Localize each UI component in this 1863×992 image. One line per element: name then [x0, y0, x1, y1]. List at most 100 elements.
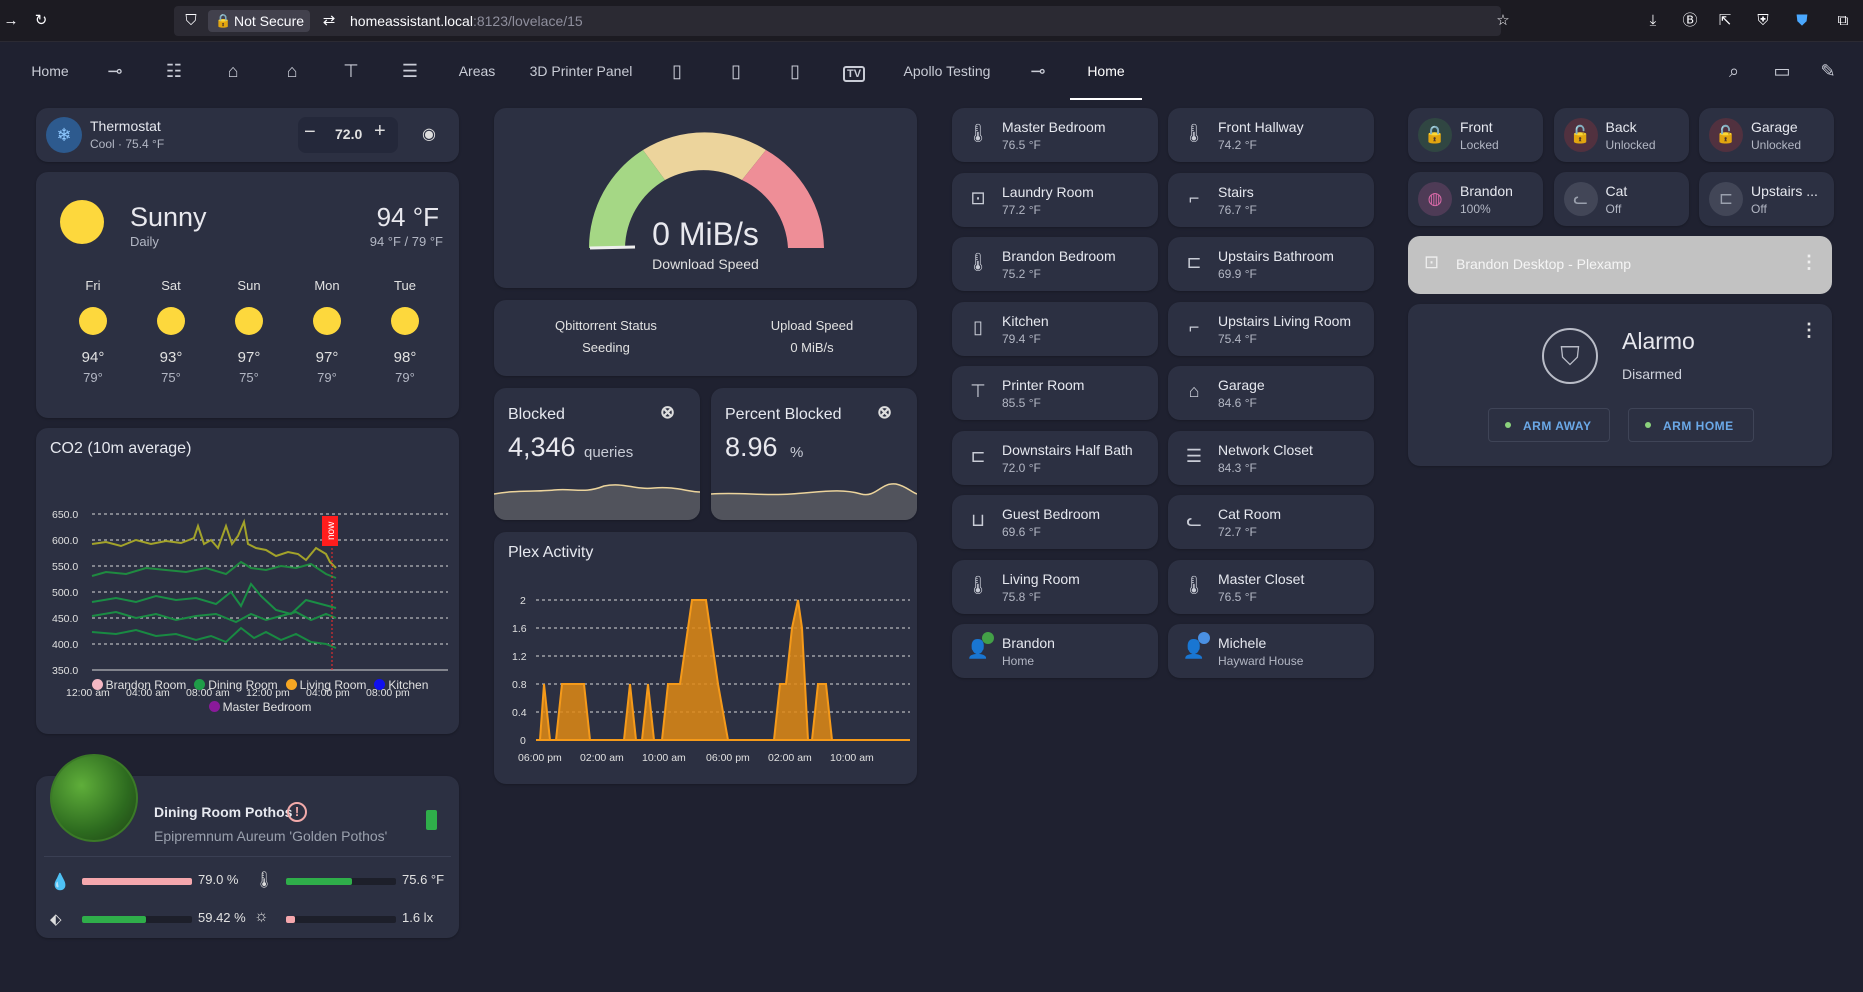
room-tile[interactable]: 👤 Brandon Home — [952, 624, 1158, 678]
room-tile[interactable]: ⊔ Guest Bedroom 69.6 °F — [952, 495, 1158, 549]
reload-icon[interactable]: ↻ — [30, 6, 52, 36]
share-icon[interactable]: ⇱ — [1714, 6, 1736, 36]
tab-cctv-2-icon[interactable]: ⊸ — [1018, 42, 1058, 100]
lock-state: Unlocked — [1605, 138, 1656, 152]
co2-series-dining-room — [91, 560, 337, 579]
forecast-day: Mon 97° 79° — [288, 276, 366, 406]
search-icon[interactable]: ⌕ — [1714, 42, 1754, 100]
tab-tv-icon[interactable]: TV — [834, 42, 874, 100]
plex-y-tick: 1.2 — [512, 651, 527, 663]
increase-temp-button[interactable]: + — [374, 120, 386, 143]
percent-blocked-card[interactable]: Percent Blocked ⊗ 8.96 % — [711, 388, 917, 520]
tab-notebook-icon[interactable]: ☷ — [154, 42, 194, 100]
plant-alert-icon[interactable]: ! — [287, 802, 307, 822]
room-tile[interactable]: 🌡 Master Closet 76.5 °F — [1168, 559, 1374, 614]
plant-card[interactable]: Dining Room Pothos ! Epipremnum Aureum '… — [36, 754, 459, 938]
room-tile[interactable]: 🌡 Master Bedroom 76.5 °F — [952, 108, 1158, 162]
room-tile[interactable]: 🌡 Living Room 75.8 °F — [952, 559, 1158, 614]
qbittorrent-card[interactable]: Qbittorrent Status Seeding Upload Speed … — [494, 300, 917, 376]
lock-name: Garage — [1751, 119, 1798, 135]
tab-areas[interactable]: Areas — [452, 42, 502, 100]
forecast-sun-icon — [157, 307, 185, 335]
thermometer-icon: 🌡 — [1182, 574, 1206, 595]
permissions-icon[interactable]: ⇄ — [318, 6, 340, 36]
tab-remote-1-icon[interactable]: ▯ — [657, 42, 697, 100]
download-gauge-card[interactable]: 0 MiB/s Download Speed — [494, 108, 917, 288]
lock-tile[interactable]: 🔓 Garage Unlocked — [1699, 108, 1834, 162]
room-tile[interactable]: 🌡 Front Hallway 74.2 °F — [1168, 108, 1374, 162]
co2-legend-item[interactable]: Master Bedroom — [208, 696, 311, 718]
assist-icon[interactable]: ▭ — [1762, 42, 1802, 100]
room-tile[interactable]: ⊏ Downstairs Half Bath 72.0 °F — [952, 430, 1158, 485]
weather-card[interactable]: Sunny Daily 94 °F 94 °F / 79 °F Fri 94° 79… — [36, 172, 459, 418]
co2-legend-item[interactable]: Dining Room — [194, 674, 278, 696]
lock-tile[interactable]: 🔓 Back Unlocked — [1553, 108, 1689, 162]
decrease-temp-button[interactable]: − — [304, 121, 316, 144]
alarm-more-icon[interactable]: ⋮ — [1800, 320, 1818, 341]
ublock-icon[interactable]: ⛊ — [1791, 6, 1813, 36]
server-icon: ☰ — [1185, 445, 1203, 466]
room-tile[interactable]: ᓚ Cat Room 72.7 °F — [1168, 495, 1374, 549]
edit-pencil-icon[interactable]: ✎ — [1808, 42, 1848, 100]
room-tile[interactable]: ⊏ Upstairs Bathroom 69.9 °F — [1168, 237, 1374, 291]
gauge-segment-yellow — [643, 132, 766, 180]
tab-home[interactable]: Home — [22, 42, 78, 100]
co2-legend-item[interactable]: Kitchen — [374, 674, 428, 696]
bookmark-star-icon[interactable]: ☆ — [1492, 6, 1514, 36]
thermostat-mode-icon[interactable]: ◉ — [422, 124, 436, 144]
forward-icon[interactable]: → — [0, 6, 22, 36]
tab-printer-3d-icon[interactable]: ⊤ — [331, 42, 371, 100]
arm-home-button[interactable]: ARM HOME — [1628, 408, 1754, 442]
co2-y-tick: 600.0 — [52, 535, 78, 547]
room-tile[interactable]: ⌂ Garage 84.6 °F — [1168, 366, 1374, 420]
bed-icon: ⊔ — [970, 510, 986, 530]
tab-house-icon[interactable]: ⌂ — [213, 42, 253, 100]
room-tile[interactable]: ▯ Kitchen 79.4 °F — [952, 301, 1158, 356]
toilet-icon: ⊏ — [970, 445, 986, 466]
room-tile[interactable]: ⊤ Printer Room 85.5 °F — [952, 366, 1158, 420]
tab-home-floor-icon[interactable]: ⌂ — [272, 42, 312, 100]
thermometer-icon: 🌡 — [1182, 123, 1206, 143]
tab-cctv-icon[interactable]: ⊸ — [95, 42, 135, 100]
forecast-low: 75° — [161, 370, 181, 385]
lock-tile[interactable]: ᓚ Cat Off — [1553, 172, 1689, 226]
lock-tile[interactable]: 🔒 Front Locked — [1408, 108, 1543, 162]
room-tile[interactable]: ⌐ Upstairs Living Room 75.4 °F — [1168, 301, 1374, 356]
shield-icon[interactable]: ⛉ — [180, 6, 202, 36]
thermostat-card[interactable]: ❄ Thermostat Cool · 75.4 °F − 72.0 + ◉ — [36, 108, 459, 162]
extension-b-icon[interactable]: Ⓑ — [1679, 6, 1701, 36]
co2-legend-item[interactable]: Living Room — [285, 674, 366, 696]
media-more-icon[interactable]: ⋮ — [1800, 252, 1818, 273]
download-icon[interactable]: ⤓ — [1642, 6, 1664, 36]
illuminance-bar — [286, 916, 396, 923]
room-tile[interactable]: 🌡 Brandon Bedroom 75.2 °F — [952, 237, 1158, 291]
co2-legend-item[interactable]: Brandon Room — [91, 674, 186, 696]
tab-home-active[interactable]: Home — [1070, 42, 1142, 100]
lock-tile[interactable]: ⊏ Upstairs ... Off — [1699, 172, 1834, 226]
blocked-title: Blocked — [508, 406, 565, 423]
room-tile[interactable]: 👤 Michele Hayward House — [1168, 624, 1374, 678]
target-temperature: 72.0 — [335, 126, 363, 142]
room-name: Downstairs Half Bath — [1002, 441, 1133, 458]
arm-away-button[interactable]: ARM AWAY — [1488, 408, 1610, 442]
room-tile[interactable]: ⊡ Laundry Room 77.2 °F — [952, 172, 1158, 227]
illuminance-value: 1.6 lx — [402, 910, 434, 925]
tab-3d-printer-panel[interactable]: 3D Printer Panel — [524, 42, 638, 100]
lock-tile[interactable]: ◍ Brandon 100% — [1408, 172, 1543, 226]
tab-server-icon[interactable]: ☰ — [390, 42, 430, 100]
tab-remote-3-icon[interactable]: ▯ — [775, 42, 815, 100]
extensions-puzzle-icon[interactable]: ⧉ — [1832, 6, 1854, 36]
blocked-card[interactable]: Blocked ⊗ 4,346 queries — [494, 388, 700, 520]
thermometer-icon: 🌡 — [966, 252, 990, 272]
extension-shield-icon[interactable]: ⛨ — [1752, 6, 1774, 36]
weather-condition: Sunny — [130, 202, 207, 232]
co2-series-living-room — [91, 518, 337, 569]
media-player-card[interactable]: ⊡ Brandon Desktop - Plexamp ⋮ — [1408, 236, 1832, 294]
room-tile[interactable]: ⌐ Stairs 76.7 °F — [1168, 172, 1374, 227]
room-tile[interactable]: ☰ Network Closet 84.3 °F — [1168, 430, 1374, 485]
url-text[interactable]: homeassistant.local:8123/lovelace/15 — [350, 6, 583, 36]
tab-remote-2-icon[interactable]: ▯ — [716, 42, 756, 100]
tab-apollo-testing[interactable]: Apollo Testing — [896, 42, 998, 100]
alarm-panel-card[interactable]: ⛉ Alarmo Disarmed ⋮ ARM AWAY ARM HOME — [1408, 304, 1832, 466]
not-secure-badge[interactable]: 🔒 Not Secure — [208, 10, 311, 32]
